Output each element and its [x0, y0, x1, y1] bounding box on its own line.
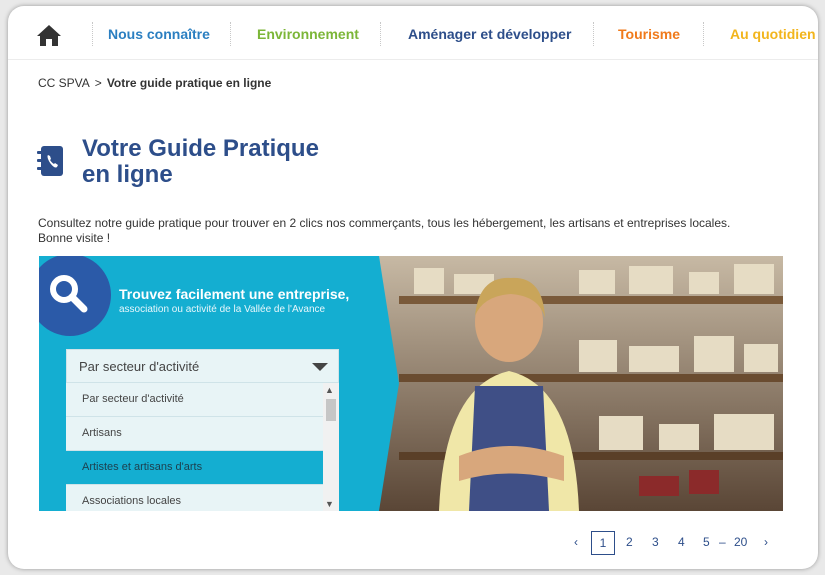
chevron-down-icon [312, 363, 328, 371]
search-icon [50, 275, 88, 313]
intro-line: Consultez notre guide pratique pour trou… [38, 216, 731, 230]
page-title: Votre Guide Pratique en ligne [82, 136, 382, 188]
dropdown-option[interactable]: Artisans [66, 417, 323, 451]
nav-item-au-quotidien[interactable]: Au quotidien [730, 26, 816, 42]
breadcrumb: CC SPVA > Votre guide pratique en ligne [38, 76, 271, 90]
sector-select[interactable]: Par secteur d'activité [66, 349, 339, 383]
nav-divider [230, 22, 231, 46]
pagination-ellipsis: – [719, 535, 726, 549]
pagination-next[interactable]: › [764, 535, 768, 549]
pagination-last[interactable]: 20 [734, 535, 747, 549]
intro-text: Consultez notre guide pratique pour trou… [38, 216, 798, 246]
scroll-up-icon[interactable]: ▲ [325, 385, 334, 395]
browser-frame: Nous connaître Environnement Aménager et… [8, 6, 818, 569]
nav-item-tourisme[interactable]: Tourisme [618, 26, 680, 42]
nav-divider [380, 22, 381, 46]
dropdown-option[interactable]: Associations locales [66, 485, 323, 511]
dropdown-option-highlighted[interactable]: Artistes et artisans d'arts [66, 451, 323, 485]
phone-book-icon [37, 146, 63, 176]
scrollbar-thumb[interactable] [326, 399, 336, 421]
banner-subtitle: association ou activité de la Vallée de … [119, 304, 326, 315]
main-nav: Nous connaître Environnement Aménager et… [8, 6, 818, 60]
home-icon[interactable] [36, 23, 62, 47]
nav-divider [593, 22, 594, 46]
breadcrumb-separator: > [94, 76, 102, 90]
breadcrumb-root[interactable]: CC SPVA [38, 76, 90, 90]
nav-divider [92, 22, 93, 46]
dropdown-scrollbar[interactable]: ▲ ▼ [323, 383, 339, 511]
page-title-line2: en ligne [82, 161, 173, 188]
search-panel: Trouvez facilement une entreprise, assoc… [39, 256, 399, 511]
pagination-page[interactable]: 3 [652, 535, 659, 549]
scroll-down-icon[interactable]: ▼ [325, 499, 334, 509]
page-title-line1: Votre Guide Pratique [82, 135, 319, 162]
pagination-prev[interactable]: ‹ [574, 535, 578, 549]
pagination-page[interactable]: 5 [703, 535, 710, 549]
nav-item-amenager[interactable]: Aménager et développer [408, 26, 571, 42]
search-circle [39, 256, 111, 336]
pagination-page[interactable]: 4 [678, 535, 685, 549]
nav-item-nous-connaitre[interactable]: Nous connaître [108, 26, 210, 42]
select-value: Par secteur d'activité [79, 359, 200, 374]
breadcrumb-current: Votre guide pratique en ligne [106, 76, 272, 90]
banner-title: Trouvez facilement une entreprise, [119, 286, 350, 302]
sector-dropdown-list: Par secteur d'activité Artisans Artistes… [66, 383, 339, 511]
nav-item-environnement[interactable]: Environnement [257, 26, 359, 42]
intro-greeting: Bonne visite ! [38, 231, 111, 245]
search-banner: Trouvez facilement une entreprise, assoc… [39, 256, 783, 511]
pagination-page[interactable]: 2 [626, 535, 633, 549]
dropdown-option[interactable]: Par secteur d'activité [66, 383, 323, 417]
nav-divider [703, 22, 704, 46]
pagination-current[interactable]: 1 [591, 531, 615, 555]
